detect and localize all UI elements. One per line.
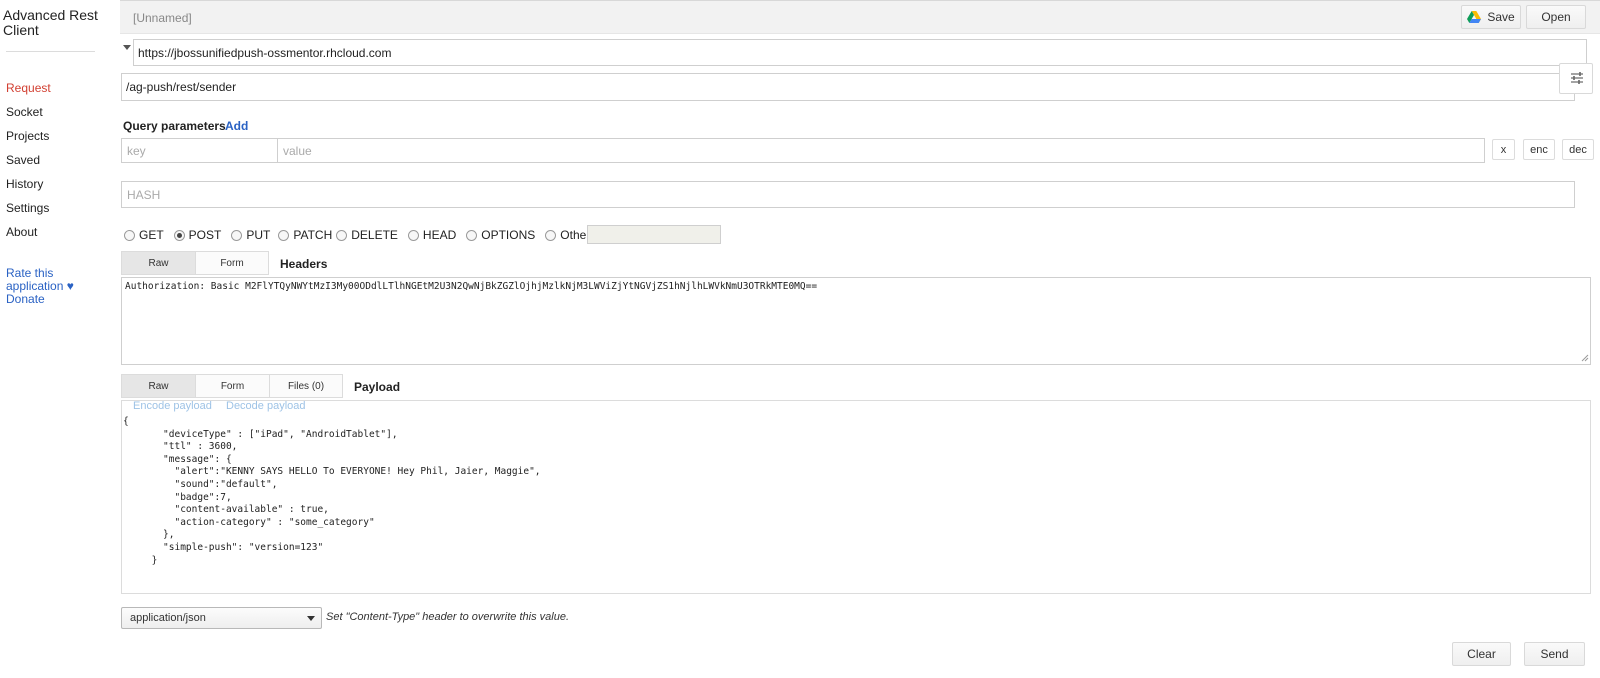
sliders-icon — [1571, 72, 1583, 84]
url-expand-caret-icon[interactable] — [123, 45, 131, 50]
sidebar-item-settings[interactable]: Settings — [6, 201, 49, 215]
http-method-radio-group: GET POST PUT PATCH DELETE HEAD OPTIONS O… — [124, 227, 594, 243]
radio-checked-icon — [173, 229, 185, 241]
encode-payload-link[interactable]: Encode payload — [133, 400, 212, 412]
remove-query-param-button[interactable]: x — [1492, 139, 1515, 160]
method-label: HEAD — [422, 228, 457, 242]
payload-tab-files[interactable]: Files (0) — [269, 374, 343, 398]
payload-label: Payload — [354, 380, 401, 394]
method-delete-radio[interactable]: DELETE — [336, 228, 398, 242]
radio-icon — [124, 229, 135, 241]
method-label: GET — [139, 228, 164, 242]
headers-textarea[interactable]: Authorization: Basic M2FlYTQyNWYtMzI3My0… — [121, 277, 1591, 365]
decode-payload-link[interactable]: Decode payload — [226, 400, 306, 412]
open-button[interactable]: Open — [1526, 5, 1586, 29]
radio-icon — [407, 229, 419, 241]
method-label: PUT — [246, 228, 271, 242]
resize-grip-icon[interactable] — [1581, 354, 1589, 362]
google-drive-icon — [1467, 11, 1482, 23]
donate-link[interactable]: Donate — [6, 293, 45, 306]
encode-query-param-button[interactable]: enc — [1523, 139, 1555, 160]
query-param-key-input[interactable] — [121, 138, 278, 163]
query-parameters-label: Query parameters — [123, 119, 226, 133]
radio-icon — [466, 229, 478, 241]
content-type-select[interactable]: application/json — [121, 607, 322, 629]
url-path-input[interactable] — [121, 73, 1575, 101]
method-label: DELETE — [351, 228, 398, 242]
method-put-radio[interactable]: PUT — [231, 228, 270, 242]
method-other-radio[interactable]: Other — [545, 228, 590, 242]
payload-toolbar — [121, 400, 1591, 414]
content-type-hint: Set "Content-Type" header to overwrite t… — [326, 611, 570, 623]
app-title-line-2: Client — [3, 22, 39, 38]
app-title-line-1: Advanced Rest — [3, 7, 98, 23]
project-name[interactable]: [Unnamed] — [133, 11, 192, 25]
method-patch-radio[interactable]: PATCH — [278, 228, 332, 242]
method-label: Other — [560, 228, 591, 242]
url-editor-toggle-button[interactable] — [1559, 63, 1593, 94]
method-post-radio[interactable]: POST — [173, 228, 222, 242]
radio-icon — [336, 229, 348, 241]
save-button[interactable]: Save — [1461, 5, 1521, 29]
sidebar-item-about[interactable]: About — [6, 225, 37, 239]
radio-icon — [278, 229, 290, 241]
add-query-parameter-link[interactable]: Add — [225, 119, 248, 133]
method-label: POST — [188, 228, 222, 242]
url-input[interactable] — [133, 39, 1587, 66]
method-head-radio[interactable]: HEAD — [407, 228, 457, 242]
hash-input[interactable] — [121, 181, 1575, 208]
payload-body[interactable]: { "deviceType" : ["iPad", "AndroidTablet… — [123, 416, 541, 567]
top-bar — [120, 0, 1600, 34]
sidebar-item-projects[interactable]: Projects — [6, 129, 49, 143]
method-label: OPTIONS — [481, 228, 536, 242]
method-options-radio[interactable]: OPTIONS — [466, 228, 535, 242]
headers-label: Headers — [280, 257, 328, 271]
payload-tab-form[interactable]: Form — [195, 374, 270, 398]
radio-icon — [545, 229, 557, 241]
sidebar-item-saved[interactable]: Saved — [6, 153, 40, 167]
app-title: Advanced Rest Client — [3, 8, 103, 38]
send-button[interactable]: Send — [1524, 642, 1585, 666]
sidebar-divider — [6, 51, 95, 52]
rate-app-link[interactable]: Rate this application ♥ — [6, 267, 74, 293]
sidebar-item-request[interactable]: Request — [6, 81, 51, 95]
method-get-radio[interactable]: GET — [124, 228, 164, 242]
query-param-value-input[interactable] — [277, 138, 1485, 163]
method-label: PATCH — [293, 228, 333, 242]
save-button-label: Save — [1487, 10, 1515, 24]
clear-button[interactable]: Clear — [1452, 642, 1511, 666]
headers-tab-form[interactable]: Form — [195, 251, 269, 275]
content-type-value: application/json — [130, 612, 206, 624]
payload-tab-raw[interactable]: Raw — [121, 374, 196, 398]
headers-tab-raw[interactable]: Raw — [121, 251, 196, 275]
chevron-down-icon — [307, 616, 315, 621]
decode-query-param-button[interactable]: dec — [1562, 139, 1594, 160]
radio-icon — [231, 229, 243, 241]
sidebar-item-socket[interactable]: Socket — [6, 105, 43, 119]
other-method-input[interactable] — [587, 225, 721, 244]
sidebar-item-history[interactable]: History — [6, 177, 43, 191]
